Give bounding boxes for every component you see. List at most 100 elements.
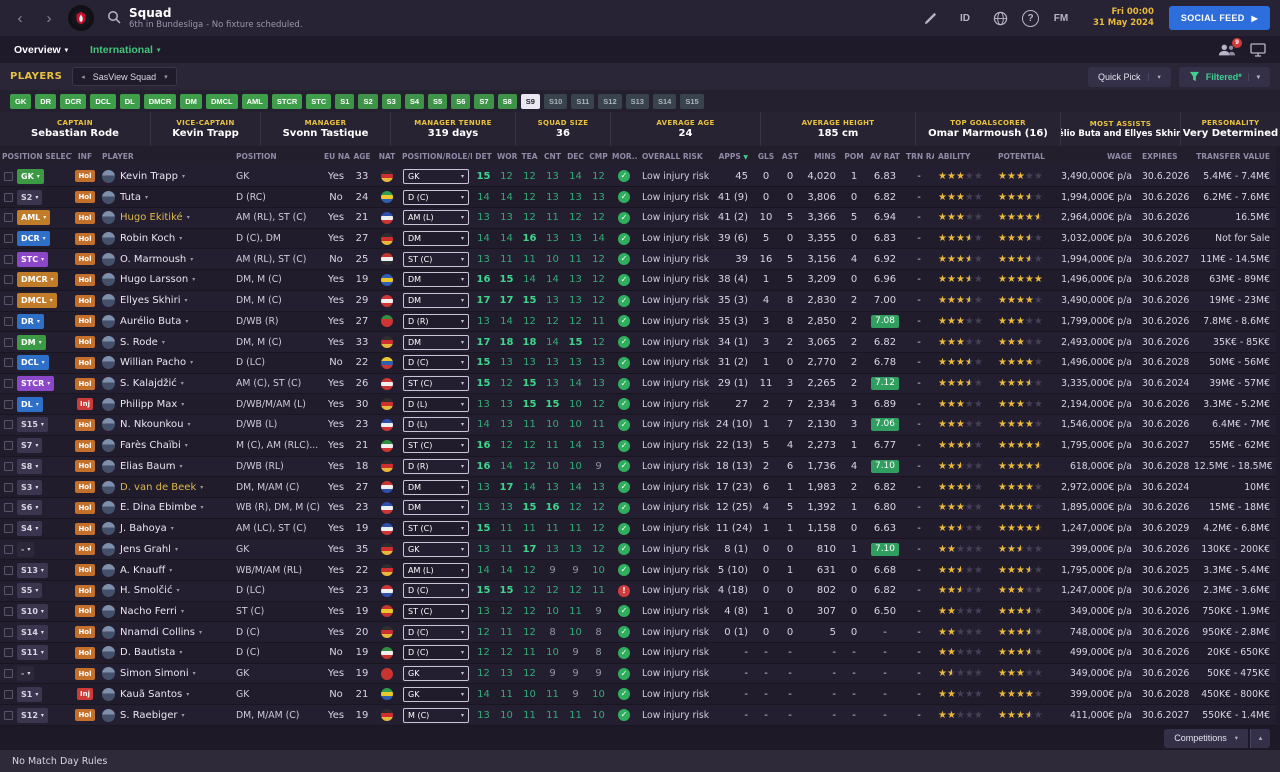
filter-button[interactable]: Filtered* ▾ bbox=[1178, 66, 1270, 87]
player-cell[interactable]: Philipp Max ▾ bbox=[98, 393, 232, 416]
column-header-position-role-duty[interactable]: POSITION/ROLE/DUTY bbox=[400, 146, 472, 166]
role-dropdown[interactable]: D (L) ▾ bbox=[403, 396, 469, 412]
row-checkbox[interactable] bbox=[4, 461, 13, 471]
player-name[interactable]: Hugo Ekitiké bbox=[120, 212, 183, 223]
column-header-wage[interactable]: WAGE bbox=[1054, 146, 1138, 166]
position-selector[interactable]: DL ▾ bbox=[17, 396, 43, 412]
info-badge[interactable]: Inj bbox=[77, 398, 93, 411]
column-header-expires[interactable]: EXPIRES bbox=[1138, 146, 1192, 166]
quick-pick-button[interactable]: Quick Pick ▾ bbox=[1087, 66, 1171, 87]
player-row[interactable]: DL ▾ Inj Philipp Max ▾ D/WB/M/AM (L) Yes 30 D (L… bbox=[0, 393, 1276, 416]
player-cell[interactable]: Elias Baum ▾ bbox=[98, 456, 232, 478]
player-name[interactable]: Jens Grahl bbox=[120, 544, 171, 555]
role-dropdown[interactable]: AM (L) ▾ bbox=[403, 562, 469, 578]
role-dropdown[interactable]: D (C) ▾ bbox=[403, 189, 469, 205]
column-header-ability[interactable]: ABILITY bbox=[934, 146, 994, 166]
row-checkbox[interactable] bbox=[4, 627, 13, 637]
player-name[interactable]: Robin Koch bbox=[120, 233, 175, 244]
column-header-ast[interactable]: AST bbox=[778, 146, 802, 166]
role-dropdown[interactable]: M (C) ▾ bbox=[403, 707, 469, 723]
player-name[interactable]: Farès Chaïbi bbox=[120, 440, 181, 451]
position-selector[interactable]: STC ▾ bbox=[17, 251, 49, 267]
position-selector[interactable]: - ▾ bbox=[17, 541, 35, 557]
position-selector[interactable]: S1 ▾ bbox=[17, 686, 43, 702]
info-badge[interactable]: Hol bbox=[75, 191, 95, 204]
column-header-player[interactable]: PLAYER bbox=[98, 146, 232, 166]
row-checkbox[interactable] bbox=[4, 689, 13, 699]
position-selector[interactable]: DCR ▾ bbox=[17, 231, 50, 247]
player-cell[interactable]: D. van de Beek ▾ bbox=[98, 476, 232, 498]
player-row[interactable]: S13 ▾ Hol A. Knauff ▾ WB/M/AM (RL) Yes 22 AM (L)… bbox=[0, 559, 1276, 581]
column-header-overall-risk[interactable]: OVERALL RISK bbox=[638, 146, 714, 166]
filter-chip-stc[interactable]: STC bbox=[306, 93, 332, 109]
column-header-pom[interactable]: POM bbox=[842, 146, 866, 166]
player-cell[interactable]: D. Bautista ▾ bbox=[98, 642, 232, 664]
player-name[interactable]: S. Rode bbox=[120, 337, 158, 348]
player-cell[interactable]: S. Kalajdžić ▾ bbox=[98, 373, 232, 395]
row-checkbox[interactable] bbox=[4, 171, 13, 181]
player-cell[interactable]: A. Knauff ▾ bbox=[98, 559, 232, 581]
player-name[interactable]: Tuta bbox=[120, 192, 141, 203]
info-badge[interactable]: Hol bbox=[75, 211, 95, 224]
player-cell[interactable]: S. Raebiger ▾ bbox=[98, 704, 232, 726]
player-row[interactable]: AML ▾ Hol Hugo Ekitiké ▾ AM (RL), ST (C) Yes 21… bbox=[0, 207, 1276, 229]
player-cell[interactable]: Simon Simoni ▾ bbox=[98, 663, 232, 685]
filter-chip-s14[interactable]: S14 bbox=[652, 93, 677, 109]
filter-chip-dr[interactable]: DR bbox=[35, 93, 57, 109]
column-header-det[interactable]: DET bbox=[472, 146, 495, 166]
info-badge[interactable]: Hol bbox=[75, 336, 95, 349]
player-row[interactable]: S2 ▾ Hol Tuta ▾ D (RC) No 24 D (C) ▾ 14 14 12 13 13 13 ✓… bbox=[0, 186, 1276, 208]
filter-chip-dcr[interactable]: DCR bbox=[60, 93, 87, 109]
role-dropdown[interactable]: D (L) ▾ bbox=[403, 417, 469, 433]
info-badge[interactable]: Hol bbox=[75, 418, 95, 431]
row-checkbox[interactable] bbox=[4, 420, 13, 430]
social-feed-button[interactable]: SOCIAL FEED ▶ bbox=[1168, 6, 1270, 30]
row-checkbox[interactable] bbox=[4, 316, 13, 326]
player-name[interactable]: S. Kalajdžić bbox=[120, 378, 177, 389]
player-cell[interactable]: Hugo Ekitiké ▾ bbox=[98, 207, 232, 229]
role-dropdown[interactable]: DM ▾ bbox=[403, 293, 469, 309]
row-checkbox[interactable] bbox=[4, 482, 13, 492]
player-cell[interactable]: N. Nkounkou ▾ bbox=[98, 414, 232, 436]
player-cell[interactable]: S. Rode ▾ bbox=[98, 331, 232, 353]
tab-overview[interactable]: Overview ▾ bbox=[14, 44, 68, 56]
player-row[interactable]: S11 ▾ Hol D. Bautista ▾ D (C) No 19 D (C) ▾ 12 12 11… bbox=[0, 642, 1276, 664]
filter-chip-s12[interactable]: S12 bbox=[598, 93, 622, 109]
player-row[interactable]: S12 ▾ Hol S. Raebiger ▾ DM, M/AM (C) Yes 19 M (C… bbox=[0, 704, 1276, 726]
filter-chip-s1[interactable]: S1 bbox=[335, 93, 355, 109]
player-name[interactable]: Kauã Santos bbox=[120, 689, 182, 700]
position-selector[interactable]: S11 ▾ bbox=[17, 645, 48, 661]
role-dropdown[interactable]: DM ▾ bbox=[403, 334, 469, 350]
help-icon[interactable]: ? bbox=[1022, 9, 1039, 27]
player-row[interactable]: S7 ▾ Hol Farès Chaïbi ▾ M (C), AM (RLC)... Yes… bbox=[0, 435, 1276, 457]
player-cell[interactable]: Nnamdi Collins ▾ bbox=[98, 621, 232, 644]
column-header-eu-na-[interactable]: EU NA... bbox=[322, 146, 350, 166]
player-cell[interactable]: Farès Chaïbi ▾ bbox=[98, 435, 232, 457]
player-cell[interactable]: H. Smolčić ▾ bbox=[98, 580, 232, 602]
position-selector[interactable]: DMCR ▾ bbox=[17, 272, 58, 288]
position-selector[interactable]: S2 ▾ bbox=[17, 189, 43, 205]
role-dropdown[interactable]: GK ▾ bbox=[403, 686, 469, 702]
filter-chip-s13[interactable]: S13 bbox=[625, 93, 649, 109]
column-header-cnt[interactable]: CNT bbox=[541, 146, 564, 166]
info-badge[interactable]: Hol bbox=[75, 294, 95, 307]
filter-chip-s10[interactable]: S10 bbox=[543, 93, 568, 109]
role-dropdown[interactable]: D (R) ▾ bbox=[403, 313, 469, 329]
position-selector[interactable]: S5 ▾ bbox=[17, 583, 43, 599]
position-selector[interactable]: S14 ▾ bbox=[17, 624, 48, 640]
row-checkbox[interactable] bbox=[4, 648, 13, 658]
column-header-nat[interactable]: NAT bbox=[374, 146, 400, 166]
player-cell[interactable]: Kauã Santos ▾ bbox=[98, 683, 232, 706]
player-name[interactable]: Philipp Max bbox=[120, 399, 177, 410]
position-selector[interactable]: - ▾ bbox=[17, 666, 35, 682]
player-row[interactable]: DR ▾ Hol Aurélio Buta ▾ D/WB (R) Yes 27 D (R) ▾ 13… bbox=[0, 311, 1276, 333]
role-dropdown[interactable]: AM (L) ▾ bbox=[403, 210, 469, 226]
filter-chip-dl[interactable]: DL bbox=[119, 93, 140, 109]
role-dropdown[interactable]: ST (C) ▾ bbox=[403, 376, 469, 392]
player-cell[interactable]: Nacho Ferri ▾ bbox=[98, 601, 232, 623]
info-badge[interactable]: Hol bbox=[75, 667, 95, 680]
info-badge[interactable]: Hol bbox=[75, 273, 95, 286]
row-checkbox[interactable] bbox=[4, 213, 13, 223]
info-badge[interactable]: Hol bbox=[75, 584, 95, 597]
player-cell[interactable]: Aurélio Buta ▾ bbox=[98, 311, 232, 333]
